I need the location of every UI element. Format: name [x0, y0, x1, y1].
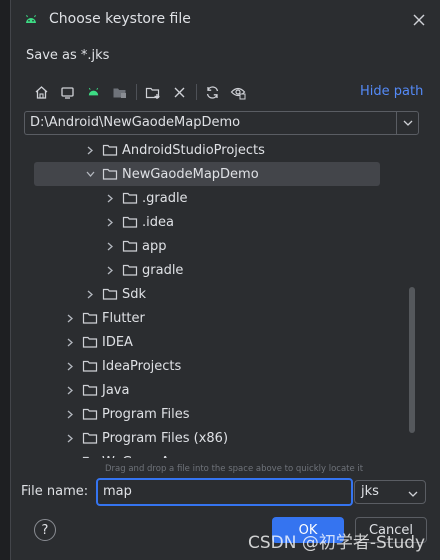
close-button[interactable]	[407, 8, 431, 32]
tree-item-label: Program Files	[102, 406, 190, 422]
chevron-right-icon[interactable]	[104, 264, 116, 276]
toolbar-separator	[196, 84, 197, 100]
refresh-icon	[206, 85, 218, 99]
tree-item-label: app	[142, 238, 167, 254]
folder-icon	[82, 335, 98, 349]
tree-item-app[interactable]: app	[24, 234, 410, 258]
tree-item-java[interactable]: Java	[24, 378, 410, 402]
file-name-label: File name:	[21, 484, 89, 499]
home-icon	[35, 85, 47, 99]
chevron-down-icon	[403, 120, 412, 126]
android-icon	[23, 12, 39, 28]
module-button[interactable]	[108, 81, 130, 103]
tree-scrollbar-thumb[interactable]	[409, 287, 415, 433]
chevron-down-icon	[408, 486, 418, 501]
tree-item-label: Program Files (x86)	[102, 430, 229, 446]
tree-item-wegameapps[interactable]: WeGameApps	[24, 450, 410, 458]
chevron-right-icon[interactable]	[104, 216, 116, 228]
chevron-right-icon[interactable]	[64, 408, 76, 420]
chevron-right-icon[interactable]	[64, 312, 76, 324]
folder-icon	[102, 167, 118, 181]
csdn-watermark: CSDN @初学者-Study	[248, 533, 426, 553]
show-hidden-button[interactable]	[227, 81, 249, 103]
tree-item-label: IDEA	[102, 334, 133, 350]
android-project-button[interactable]	[82, 81, 104, 103]
android-project-icon	[88, 87, 98, 95]
tree-item-label: Java	[102, 382, 130, 398]
tree-item-label: .gradle	[142, 190, 188, 206]
folder-icon	[102, 287, 118, 301]
tree-item-label: NewGaodeMapDemo	[122, 166, 259, 182]
folder-icon	[82, 311, 98, 325]
tree-item-label: IdeaProjects	[102, 358, 182, 374]
chevron-right-icon[interactable]	[64, 384, 76, 396]
desktop-icon	[60, 86, 74, 99]
chevron-right-icon[interactable]	[64, 360, 76, 372]
tree-item-sdk[interactable]: Sdk	[24, 282, 410, 306]
folder-icon	[122, 263, 138, 277]
tree-item-label: WeGameApps	[102, 455, 193, 459]
tree-item-label: AndroidStudioProjects	[122, 142, 265, 158]
hide-path-link[interactable]: Hide path	[360, 84, 423, 99]
close-icon	[413, 14, 425, 26]
delete-icon	[174, 87, 184, 97]
file-name-input[interactable]	[96, 478, 353, 506]
delete-button[interactable]	[168, 81, 190, 103]
folder-icon	[122, 215, 138, 229]
dialog-subtitle: Save as *.jks	[26, 48, 110, 63]
folder-icon	[82, 455, 98, 458]
refresh-button[interactable]	[201, 81, 223, 103]
folder-icon	[82, 383, 98, 397]
tree-item-ideaprojects[interactable]: IdeaProjects	[24, 354, 410, 378]
toolbar-separator	[136, 84, 137, 100]
tree-item-idea[interactable]: IDEA	[24, 330, 410, 354]
drag-drop-hint: Drag and drop a file into the space abov…	[105, 464, 364, 474]
keystore-file-dialog: Choose keystore file Save as *.jks Hide …	[10, 0, 440, 560]
desktop-button[interactable]	[56, 81, 78, 103]
home-button[interactable]	[30, 81, 52, 103]
folder-icon	[82, 431, 98, 445]
file-tree[interactable]: AndroidStudioProjects NewGaodeMapDemo .gra…	[24, 138, 422, 458]
tree-item-androidstudioprojects[interactable]: AndroidStudioProjects	[24, 138, 410, 162]
folder-icon	[82, 359, 98, 373]
tree-item-label: gradle	[142, 262, 184, 278]
tree-item-newgaodemapdemo[interactable]: NewGaodeMapDemo	[34, 162, 380, 186]
dialog-title: Choose keystore file	[49, 11, 191, 27]
module-icon	[113, 88, 126, 98]
new-folder-icon	[145, 87, 160, 99]
folder-icon	[122, 191, 138, 205]
chevron-right-icon[interactable]	[104, 192, 116, 204]
tree-item-flutter[interactable]: Flutter	[24, 306, 410, 330]
new-folder-button[interactable]	[142, 81, 164, 103]
chevron-right-icon[interactable]	[64, 432, 76, 444]
show-hidden-icon	[230, 87, 246, 99]
tree-item-program-files[interactable]: Program Files	[24, 402, 410, 426]
tree-item-label: Sdk	[122, 286, 147, 302]
chevron-down-icon[interactable]	[84, 168, 96, 180]
tree-item-program-files-x86[interactable]: Program Files (x86)	[24, 426, 410, 450]
tree-item-gradle[interactable]: gradle	[24, 258, 410, 282]
chevron-right-icon[interactable]	[64, 456, 76, 458]
tree-item-idea[interactable]: .idea	[24, 210, 410, 234]
chevron-right-icon[interactable]	[84, 288, 96, 300]
folder-icon	[122, 239, 138, 253]
tree-item-gradle[interactable]: .gradle	[24, 186, 410, 210]
folder-icon	[82, 407, 98, 421]
help-button[interactable]: ?	[34, 519, 56, 541]
tree-item-label: .idea	[142, 214, 174, 230]
chevron-right-icon[interactable]	[64, 336, 76, 348]
path-input[interactable]: D:\Android\NewGaodeMapDemo	[24, 111, 400, 135]
tree-item-label: Flutter	[102, 310, 145, 326]
folder-icon	[102, 143, 118, 157]
chevron-right-icon[interactable]	[84, 144, 96, 156]
path-history-dropdown[interactable]	[396, 111, 419, 135]
chevron-right-icon[interactable]	[104, 240, 116, 252]
